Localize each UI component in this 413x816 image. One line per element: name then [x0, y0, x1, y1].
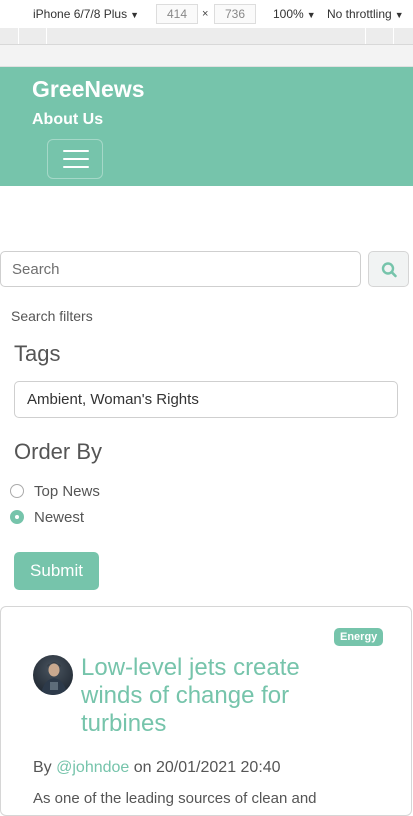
- byline-prefix: By: [33, 759, 52, 776]
- avatar-image: [33, 655, 73, 695]
- ruler-spacer: [0, 45, 413, 67]
- zoom-selector[interactable]: 100% ▼: [273, 7, 316, 21]
- author-link[interactable]: @johndoe: [56, 759, 129, 776]
- device-selector[interactable]: iPhone 6/7/8 Plus ▼: [33, 7, 139, 21]
- search-button[interactable]: [368, 251, 409, 287]
- throttling-label: No throttling: [327, 7, 392, 21]
- radio-newest[interactable]: Newest: [10, 508, 84, 526]
- category-badge[interactable]: Energy: [334, 628, 384, 646]
- tags-heading: Tags: [14, 341, 61, 366]
- article-byline: By @johndoe on 20/01/2021 20:40: [33, 759, 281, 777]
- chevron-down-icon: ▼: [130, 10, 139, 20]
- radio-button[interactable]: [10, 484, 24, 498]
- chevron-down-icon: ▼: [306, 10, 316, 20]
- width-field[interactable]: 414: [156, 4, 198, 24]
- brand-link[interactable]: GreeNews: [32, 76, 145, 103]
- times-icon: ×: [202, 8, 209, 20]
- media-query-ruler[interactable]: [0, 28, 413, 45]
- radio-button[interactable]: [10, 510, 24, 524]
- avatar[interactable]: [33, 655, 73, 695]
- about-us-link[interactable]: About Us: [32, 111, 103, 129]
- zoom-label: 100%: [273, 7, 304, 21]
- publish-date: on 20/01/2021 20:40: [133, 759, 281, 776]
- navbar: GreeNews About Us: [0, 67, 413, 186]
- menu-toggle-button[interactable]: [47, 139, 103, 179]
- order-by-heading: Order By: [14, 439, 103, 464]
- device-label: iPhone 6/7/8 Plus: [33, 7, 128, 21]
- article-title-link[interactable]: Low-level jets create winds of change fo…: [81, 654, 351, 738]
- chevron-down-icon: ▼: [394, 10, 404, 20]
- search-input[interactable]: [0, 251, 361, 287]
- submit-button[interactable]: Submit: [14, 552, 99, 590]
- search-filters-label: Search filters: [11, 308, 93, 324]
- hamburger-icon: [63, 166, 89, 168]
- throttling-selector[interactable]: No throttling ▼: [327, 7, 404, 21]
- hamburger-icon: [63, 158, 89, 160]
- devtools-toolbar: iPhone 6/7/8 Plus ▼ 414 × 736 100% ▼ No th…: [0, 0, 413, 29]
- radio-top-news[interactable]: Top News: [10, 482, 100, 500]
- radio-label: Newest: [34, 508, 85, 526]
- height-field[interactable]: 736: [214, 4, 256, 24]
- radio-label: Top News: [34, 482, 100, 500]
- hamburger-icon: [63, 150, 89, 152]
- article-card: Energy Low-level jets create winds of ch…: [0, 606, 412, 816]
- search-icon: [381, 262, 397, 278]
- article-excerpt: As one of the leading sources of clean a…: [33, 790, 317, 807]
- tags-field[interactable]: [14, 381, 398, 418]
